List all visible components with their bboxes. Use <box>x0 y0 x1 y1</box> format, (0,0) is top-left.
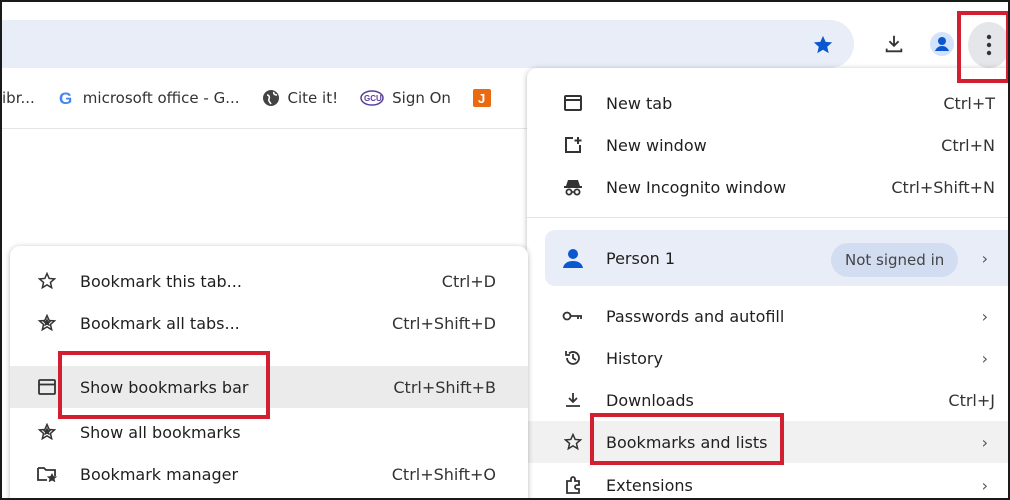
menu-item-label: Extensions <box>606 475 693 495</box>
incognito-icon <box>561 175 585 199</box>
download-icon <box>561 388 585 412</box>
bookmark-item[interactable]: Cite it! <box>262 89 339 107</box>
chrome-menu-button[interactable] <box>968 22 1010 68</box>
chevron-right-icon: › <box>981 306 988 326</box>
bookmarks-bar: ibr... G microsoft office - G... Cite it… <box>2 78 532 118</box>
menu-item-shortcut: Ctrl+J <box>948 390 995 410</box>
stars-icon <box>36 421 58 443</box>
key-icon <box>561 304 585 328</box>
menu-item-label: Downloads <box>606 390 694 410</box>
bookmarks-bar-divider <box>2 128 532 129</box>
star-outline-icon <box>36 270 58 292</box>
menu-item-label: Person 1 <box>606 248 676 268</box>
submenu-item-bookmark-this-tab[interactable]: Bookmark this tab... Ctrl+D <box>10 260 528 302</box>
bookmark-item[interactable]: G microsoft office - G... <box>57 89 240 107</box>
star-outline-icon <box>561 430 585 454</box>
menu-item-new-window[interactable]: New window Ctrl+N <box>527 124 1010 166</box>
menu-item-shortcut: Ctrl+Shift+O <box>391 464 496 484</box>
menu-item-new-tab[interactable]: New tab Ctrl+T <box>527 82 1010 124</box>
new-window-icon <box>561 133 585 157</box>
menu-item-bookmarks-and-lists[interactable]: Bookmarks and lists › <box>527 421 1010 463</box>
bookmark-label: microsoft office - G... <box>82 89 240 107</box>
google-icon: G <box>57 89 75 107</box>
menu-item-label: Show bookmarks bar <box>80 377 249 397</box>
bookmark-item[interactable]: GCU Sign On <box>360 89 451 107</box>
bookmark-label: Cite it! <box>287 89 339 107</box>
menu-item-label: Bookmark all tabs... <box>80 313 240 333</box>
menu-item-label: New Incognito window <box>606 177 787 197</box>
menu-item-shortcut: Ctrl+Shift+B <box>393 377 496 397</box>
bookmarks-submenu: Bookmark this tab... Ctrl+D Bookmark all… <box>10 246 528 500</box>
menu-item-label: New window <box>606 135 707 155</box>
bookmark-item[interactable]: ibr... <box>2 89 35 107</box>
menu-item-label: History <box>606 348 663 368</box>
chevron-right-icon: › <box>981 475 988 495</box>
svg-text:GCU: GCU <box>364 94 382 103</box>
stars-icon <box>36 312 58 334</box>
chevron-right-icon: › <box>981 432 988 452</box>
gcu-icon: GCU <box>360 89 384 107</box>
profile-icon[interactable] <box>924 26 960 62</box>
menu-item-shortcut: Ctrl+D <box>441 271 496 291</box>
j-icon: J <box>472 89 491 107</box>
chrome-main-menu: New tab Ctrl+T New window Ctrl+N New Inc… <box>527 68 1010 500</box>
bookmark-label: Sign On <box>392 89 451 107</box>
menu-item-new-incognito-window[interactable]: New Incognito window Ctrl+Shift+N <box>527 166 1010 208</box>
svg-text:G: G <box>59 89 72 107</box>
menu-item-label: Bookmarks and lists <box>606 432 768 452</box>
menu-item-downloads[interactable]: Downloads Ctrl+J <box>527 379 1010 421</box>
new-tab-icon <box>561 91 585 115</box>
menu-item-label: Bookmark this tab... <box>80 271 242 291</box>
submenu-item-bookmark-all-tabs[interactable]: Bookmark all tabs... Ctrl+Shift+D <box>10 302 528 344</box>
menu-item-shortcut: Ctrl+N <box>941 135 995 155</box>
chevron-right-icon: › <box>981 248 988 268</box>
submenu-item-show-all-bookmarks[interactable]: Show all bookmarks <box>10 411 528 453</box>
kebab-menu-icon <box>986 34 992 56</box>
menu-item-label: Bookmark manager <box>80 464 239 484</box>
menu-item-passwords-and-autofill[interactable]: Passwords and autofill › <box>527 295 1010 337</box>
person-icon <box>561 246 585 270</box>
menu-item-label: New tab <box>606 93 673 113</box>
folder-star-icon <box>36 463 58 485</box>
history-icon <box>561 346 585 370</box>
download-icon[interactable] <box>876 26 912 62</box>
bookmarks-bar-icon <box>36 376 58 398</box>
bookmark-star-icon[interactable] <box>806 28 840 62</box>
globe-icon <box>262 89 280 107</box>
menu-item-shortcut: Ctrl+T <box>943 93 995 113</box>
bookmark-label: ibr... <box>2 89 35 107</box>
chevron-right-icon: › <box>981 348 988 368</box>
bookmark-item[interactable]: J <box>472 89 499 107</box>
address-bar[interactable] <box>2 20 854 68</box>
menu-divider <box>527 217 1010 218</box>
menu-item-shortcut: Ctrl+Shift+D <box>392 313 496 333</box>
menu-item-extensions[interactable]: Extensions › <box>527 464 1010 500</box>
status-badge: Not signed in <box>831 243 959 277</box>
submenu-item-show-bookmarks-bar[interactable]: Show bookmarks bar Ctrl+Shift+B <box>10 366 528 408</box>
menu-item-history[interactable]: History › <box>527 337 1010 379</box>
submenu-item-bookmark-manager[interactable]: Bookmark manager Ctrl+Shift+O <box>10 453 528 495</box>
menu-item-label: Show all bookmarks <box>80 422 241 442</box>
menu-item-shortcut: Ctrl+Shift+N <box>891 177 995 197</box>
puzzle-icon <box>561 473 585 497</box>
menu-item-label: Passwords and autofill <box>606 306 785 326</box>
svg-text:J: J <box>478 91 485 106</box>
